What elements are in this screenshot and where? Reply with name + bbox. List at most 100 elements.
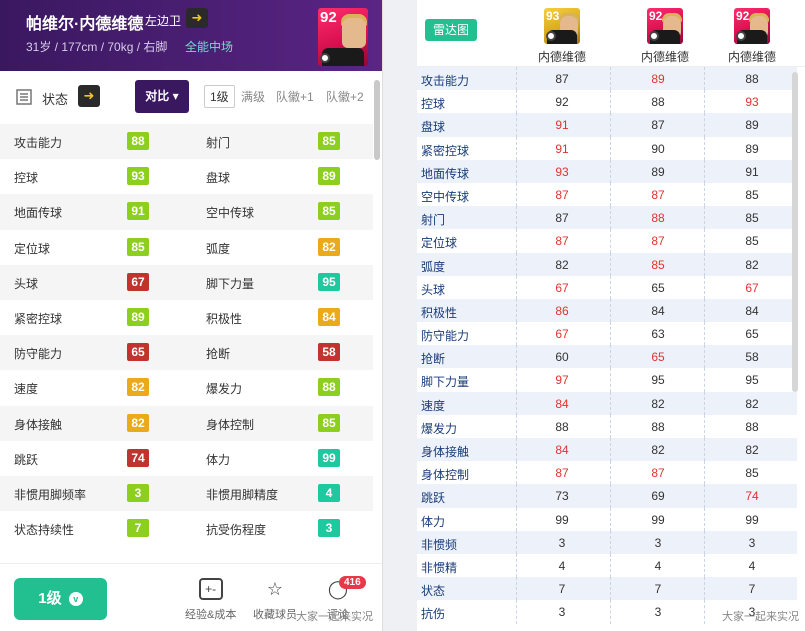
compare-table: 攻击能力 87 89 88 控球 92 88 93 盘球 91 87 89 紧密控球 91 90 89 地面传球… [417, 67, 797, 624]
attribute-value: 85 [745, 466, 759, 481]
stat-label: 积极性 [206, 311, 243, 326]
player-detail-panel: 帕维尔·内德维德 左边卫 ➜ 31岁 / 177cm / 70kg / 右脚 全… [0, 0, 383, 631]
compare-button[interactable]: 对比 ▾ [135, 80, 189, 113]
stat-value: 65 [127, 343, 149, 362]
attribute-name: 空中传球 [421, 189, 470, 204]
compare-player-column[interactable]: 92 内德维德 [630, 8, 700, 65]
player-rating: 92 [649, 9, 663, 23]
column-divider [516, 600, 517, 624]
column-divider [704, 136, 705, 160]
stat-label: 非惯用脚频率 [14, 487, 87, 502]
stat-label: 爆发力 [206, 382, 243, 397]
stat-label: 抢断 [206, 347, 231, 362]
attribute-name: 爆发力 [421, 421, 458, 436]
dropdown-caret-icon: ▾ [172, 89, 179, 103]
column-divider [516, 67, 517, 91]
status-arrow-button[interactable]: ➜ [78, 85, 100, 107]
level-tab-1[interactable]: 1级 [204, 85, 235, 108]
club-badge-icon [546, 31, 556, 41]
column-divider [704, 298, 705, 323]
attribute-value: 87 [555, 211, 569, 226]
attribute-name: 脚下力量 [421, 375, 470, 390]
attribute-value: 87 [555, 466, 569, 481]
stat-row: 攻击能力 88 射门 85 [0, 124, 373, 160]
stats-list: 攻击能力 88 射门 85 控球 93 盘球 89 地面传球 91 空中传球 85 定位球 85 弧度 82 头… [0, 124, 373, 546]
attribute-value: 84 [555, 443, 569, 457]
attribute-value: 85 [745, 187, 759, 202]
level-tab-badge-1[interactable]: 队徽+1 [276, 88, 314, 105]
player-card[interactable]: 92 [318, 8, 368, 66]
left-scrollbar[interactable] [374, 80, 380, 160]
attribute-value: 82 [555, 257, 569, 272]
attribute-value: 69 [651, 489, 665, 504]
column-divider [704, 530, 705, 554]
column-divider [610, 275, 611, 299]
column-divider [704, 322, 705, 346]
favorite-button[interactable]: ☆ 收藏球员 [253, 578, 297, 622]
favorite-label: 收藏球员 [253, 609, 297, 621]
column-divider [610, 322, 611, 346]
level-tab-max[interactable]: 满级 [241, 88, 265, 105]
exp-cost-button[interactable]: +- 经验&成本 [185, 578, 236, 622]
attribute-value: 82 [651, 443, 665, 457]
stat-value: 82 [127, 378, 149, 397]
column-divider [610, 252, 611, 276]
exp-cost-label: 经验&成本 [185, 609, 237, 621]
stat-value: 4 [318, 483, 340, 502]
attribute-name: 头球 [421, 282, 446, 297]
column-divider [516, 136, 517, 160]
stat-row: 身体接触 82 身体控制 85 [0, 405, 373, 441]
player-card[interactable]: 92 [647, 8, 683, 44]
attribute-value: 84 [555, 396, 569, 411]
compare-row: 身体接触 84 82 82 [417, 438, 797, 462]
stat-row: 紧密控球 89 积极性 84 [0, 300, 373, 335]
attribute-value: 65 [651, 280, 665, 295]
column-divider [610, 67, 611, 91]
stat-row: 头球 67 脚下力量 95 [0, 264, 373, 300]
column-divider [610, 368, 611, 392]
stat-row: 控球 93 盘球 89 [0, 159, 373, 194]
stat-label: 抗受伤程度 [206, 523, 267, 538]
stat-value: 82 [318, 237, 340, 256]
attribute-value: 85 [745, 234, 759, 249]
attribute-value: 3 [654, 535, 662, 550]
club-badge-icon [320, 53, 330, 63]
radar-chart-button[interactable]: 雷达图 [425, 19, 477, 41]
column-divider [704, 345, 705, 369]
attribute-value: 82 [745, 396, 759, 411]
player-name: 内德维德 [537, 50, 586, 64]
compare-player-column[interactable]: 93 内德维德 [527, 8, 597, 65]
player-card[interactable]: 93 [544, 8, 580, 44]
stat-value: 89 [318, 167, 340, 186]
compare-row: 空中传球 87 87 85 [417, 182, 797, 207]
attribute-value: 58 [745, 350, 759, 365]
attribute-value: 99 [745, 512, 759, 527]
column-divider [610, 206, 611, 230]
column-divider [610, 229, 611, 253]
level-select-button[interactable]: 1级 v [14, 578, 107, 620]
attribute-value: 90 [651, 141, 665, 156]
player-name: 内德维德 [640, 50, 689, 64]
compare-player-column[interactable]: 92 内德维德 [717, 8, 787, 65]
stats-grid-icon [16, 89, 32, 105]
star-icon: ☆ [266, 579, 284, 599]
attribute-value: 67 [555, 327, 569, 342]
stat-value: 85 [318, 202, 340, 221]
attribute-value: 91 [555, 118, 569, 133]
column-divider [516, 298, 517, 323]
right-scrollbar[interactable] [792, 72, 798, 392]
attribute-value: 7 [558, 582, 566, 597]
attribute-name: 地面传球 [421, 166, 470, 181]
attribute-value: 82 [651, 396, 665, 411]
player-info: 31岁 / 177cm / 70kg / 右脚 [26, 40, 168, 54]
attribute-value: 92 [555, 95, 569, 110]
column-divider [516, 229, 517, 253]
column-divider [516, 345, 517, 369]
club-badge-icon [736, 31, 746, 41]
attribute-value: 93 [745, 95, 759, 110]
column-divider [704, 438, 705, 462]
level-tab-badge-2[interactable]: 队徽+2 [326, 88, 364, 105]
player-name: 帕维尔·内德维德 [26, 16, 144, 33]
position-arrow-button[interactable]: ➜ [186, 8, 208, 28]
player-card[interactable]: 92 [734, 8, 770, 44]
